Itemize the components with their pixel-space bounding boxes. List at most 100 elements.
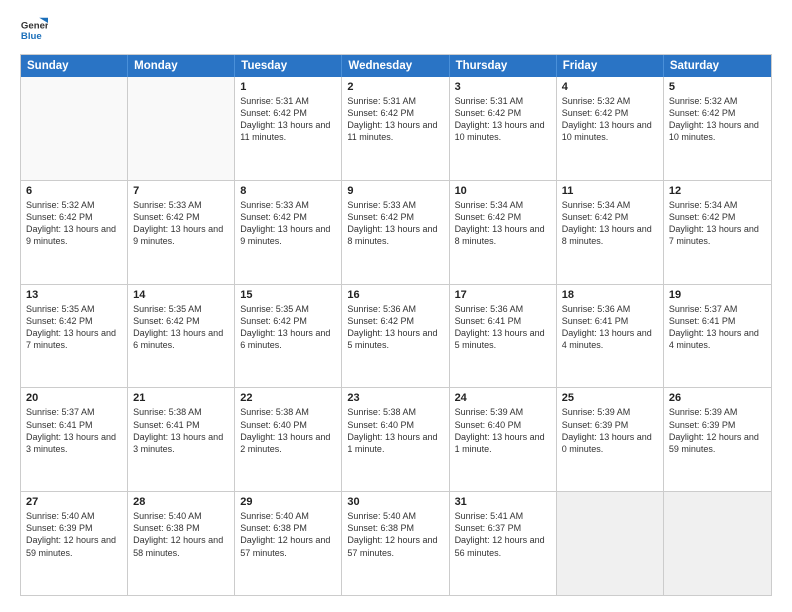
cell-info: Sunrise: 5:33 AM Sunset: 6:42 PM Dayligh… — [347, 199, 443, 248]
weekday-header-tuesday: Tuesday — [235, 55, 342, 77]
logo: General Blue — [20, 16, 48, 44]
calendar-row-4: 20Sunrise: 5:37 AM Sunset: 6:41 PM Dayli… — [21, 388, 771, 492]
day-number: 22 — [240, 392, 336, 404]
calendar-cell-r3c1: 21Sunrise: 5:38 AM Sunset: 6:41 PM Dayli… — [128, 388, 235, 491]
day-number: 23 — [347, 392, 443, 404]
calendar-cell-r3c3: 23 Sunrise: 5:38 AM Sunset: 6:40 PM Dayli… — [342, 388, 449, 491]
day-number: 3 — [455, 81, 551, 93]
calendar-cell-r4c4: 31 Sunrise: 5:41 AM Sunset: 6:37 PM Dayli… — [450, 492, 557, 595]
calendar-body: 1 Sunrise: 5:31 AM Sunset: 6:42 PM Daylig… — [21, 77, 771, 595]
calendar-cell-r1c3: 9Sunrise: 5:33 AM Sunset: 6:42 PM Daylig… — [342, 181, 449, 284]
weekday-header-sunday: Sunday — [21, 55, 128, 77]
cell-info: Sunrise: 5:38 AM Sunset: 6:41 PM Dayligh… — [133, 406, 229, 455]
cell-info: Sunrise: 5:31 AM Sunset: 6:42 PM Dayligh… — [240, 95, 336, 144]
day-number: 6 — [26, 185, 122, 197]
weekday-header-thursday: Thursday — [450, 55, 557, 77]
calendar: SundayMondayTuesdayWednesdayThursdayFrid… — [20, 54, 772, 596]
cell-info: Sunrise: 5:31 AM Sunset: 6:42 PM Dayligh… — [347, 95, 443, 144]
cell-info: Sunrise: 5:40 AM Sunset: 6:38 PM Dayligh… — [347, 510, 443, 559]
cell-info: Sunrise: 5:34 AM Sunset: 6:42 PM Dayligh… — [669, 199, 766, 248]
logo-icon: General Blue — [20, 16, 48, 44]
calendar-cell-r3c2: 22 Sunrise: 5:38 AM Sunset: 6:40 PM Dayli… — [235, 388, 342, 491]
calendar-cell-r2c6: 19 Sunrise: 5:37 AM Sunset: 6:41 PM Dayli… — [664, 285, 771, 388]
calendar-cell-r4c6 — [664, 492, 771, 595]
calendar-cell-r2c3: 16 Sunrise: 5:36 AM Sunset: 6:42 PM Dayli… — [342, 285, 449, 388]
cell-info: Sunrise: 5:37 AM Sunset: 6:41 PM Dayligh… — [669, 303, 766, 352]
calendar-cell-r1c0: 6 Sunrise: 5:32 AM Sunset: 6:42 PM Daylig… — [21, 181, 128, 284]
cell-info: Sunrise: 5:40 AM Sunset: 6:38 PM Dayligh… — [133, 510, 229, 559]
cell-info: Sunrise: 5:40 AM Sunset: 6:38 PM Dayligh… — [240, 510, 336, 559]
calendar-cell-r0c0 — [21, 77, 128, 180]
day-number: 1 — [240, 81, 336, 93]
day-number: 13 — [26, 289, 122, 301]
svg-text:Blue: Blue — [21, 31, 42, 42]
calendar-cell-r3c0: 20Sunrise: 5:37 AM Sunset: 6:41 PM Dayli… — [21, 388, 128, 491]
calendar-cell-r1c4: 10 Sunrise: 5:34 AM Sunset: 6:42 PM Dayli… — [450, 181, 557, 284]
calendar-row-1: 1 Sunrise: 5:31 AM Sunset: 6:42 PM Daylig… — [21, 77, 771, 181]
cell-info: Sunrise: 5:35 AM Sunset: 6:42 PM Dayligh… — [133, 303, 229, 352]
calendar-cell-r3c5: 25Sunrise: 5:39 AM Sunset: 6:39 PM Dayli… — [557, 388, 664, 491]
cell-info: Sunrise: 5:36 AM Sunset: 6:42 PM Dayligh… — [347, 303, 443, 352]
calendar-cell-r1c1: 7Sunrise: 5:33 AM Sunset: 6:42 PM Daylig… — [128, 181, 235, 284]
day-number: 2 — [347, 81, 443, 93]
calendar-cell-r1c2: 8 Sunrise: 5:33 AM Sunset: 6:42 PM Daylig… — [235, 181, 342, 284]
calendar-cell-r0c3: 2 Sunrise: 5:31 AM Sunset: 6:42 PM Daylig… — [342, 77, 449, 180]
calendar-cell-r2c0: 13 Sunrise: 5:35 AM Sunset: 6:42 PM Dayli… — [21, 285, 128, 388]
header: General Blue — [20, 16, 772, 44]
cell-info: Sunrise: 5:40 AM Sunset: 6:39 PM Dayligh… — [26, 510, 122, 559]
cell-info: Sunrise: 5:35 AM Sunset: 6:42 PM Dayligh… — [26, 303, 122, 352]
cell-info: Sunrise: 5:33 AM Sunset: 6:42 PM Dayligh… — [133, 199, 229, 248]
calendar-cell-r4c1: 28 Sunrise: 5:40 AM Sunset: 6:38 PM Dayli… — [128, 492, 235, 595]
day-number: 10 — [455, 185, 551, 197]
day-number: 20 — [26, 392, 122, 404]
day-number: 29 — [240, 496, 336, 508]
calendar-cell-r2c1: 14Sunrise: 5:35 AM Sunset: 6:42 PM Dayli… — [128, 285, 235, 388]
weekday-header-wednesday: Wednesday — [342, 55, 449, 77]
weekday-header-friday: Friday — [557, 55, 664, 77]
day-number: 25 — [562, 392, 658, 404]
cell-info: Sunrise: 5:38 AM Sunset: 6:40 PM Dayligh… — [240, 406, 336, 455]
cell-info: Sunrise: 5:34 AM Sunset: 6:42 PM Dayligh… — [455, 199, 551, 248]
day-number: 26 — [669, 392, 766, 404]
calendar-cell-r2c4: 17 Sunrise: 5:36 AM Sunset: 6:41 PM Dayli… — [450, 285, 557, 388]
day-number: 19 — [669, 289, 766, 301]
cell-info: Sunrise: 5:36 AM Sunset: 6:41 PM Dayligh… — [455, 303, 551, 352]
day-number: 11 — [562, 185, 658, 197]
calendar-row-5: 27Sunrise: 5:40 AM Sunset: 6:39 PM Dayli… — [21, 492, 771, 595]
cell-info: Sunrise: 5:32 AM Sunset: 6:42 PM Dayligh… — [26, 199, 122, 248]
cell-info: Sunrise: 5:41 AM Sunset: 6:37 PM Dayligh… — [455, 510, 551, 559]
calendar-cell-r4c5 — [557, 492, 664, 595]
page: General Blue SundayMondayTuesdayWednesda… — [0, 0, 792, 612]
calendar-cell-r3c6: 26 Sunrise: 5:39 AM Sunset: 6:39 PM Dayli… — [664, 388, 771, 491]
day-number: 18 — [562, 289, 658, 301]
day-number: 17 — [455, 289, 551, 301]
calendar-cell-r0c2: 1 Sunrise: 5:31 AM Sunset: 6:42 PM Daylig… — [235, 77, 342, 180]
calendar-cell-r0c5: 4Sunrise: 5:32 AM Sunset: 6:42 PM Daylig… — [557, 77, 664, 180]
weekday-header-saturday: Saturday — [664, 55, 771, 77]
calendar-cell-r3c4: 24Sunrise: 5:39 AM Sunset: 6:40 PM Dayli… — [450, 388, 557, 491]
cell-info: Sunrise: 5:39 AM Sunset: 6:40 PM Dayligh… — [455, 406, 551, 455]
cell-info: Sunrise: 5:39 AM Sunset: 6:39 PM Dayligh… — [669, 406, 766, 455]
calendar-cell-r4c3: 30Sunrise: 5:40 AM Sunset: 6:38 PM Dayli… — [342, 492, 449, 595]
cell-info: Sunrise: 5:38 AM Sunset: 6:40 PM Dayligh… — [347, 406, 443, 455]
cell-info: Sunrise: 5:34 AM Sunset: 6:42 PM Dayligh… — [562, 199, 658, 248]
day-number: 12 — [669, 185, 766, 197]
calendar-cell-r0c6: 5Sunrise: 5:32 AM Sunset: 6:42 PM Daylig… — [664, 77, 771, 180]
calendar-cell-r0c1 — [128, 77, 235, 180]
cell-info: Sunrise: 5:32 AM Sunset: 6:42 PM Dayligh… — [669, 95, 766, 144]
day-number: 16 — [347, 289, 443, 301]
cell-info: Sunrise: 5:33 AM Sunset: 6:42 PM Dayligh… — [240, 199, 336, 248]
calendar-cell-r4c2: 29 Sunrise: 5:40 AM Sunset: 6:38 PM Dayli… — [235, 492, 342, 595]
cell-info: Sunrise: 5:36 AM Sunset: 6:41 PM Dayligh… — [562, 303, 658, 352]
weekday-header-monday: Monday — [128, 55, 235, 77]
day-number: 28 — [133, 496, 229, 508]
calendar-header: SundayMondayTuesdayWednesdayThursdayFrid… — [21, 55, 771, 77]
day-number: 8 — [240, 185, 336, 197]
calendar-cell-r1c5: 11 Sunrise: 5:34 AM Sunset: 6:42 PM Dayli… — [557, 181, 664, 284]
cell-info: Sunrise: 5:32 AM Sunset: 6:42 PM Dayligh… — [562, 95, 658, 144]
day-number: 31 — [455, 496, 551, 508]
svg-text:General: General — [21, 20, 48, 31]
calendar-cell-r2c2: 15Sunrise: 5:35 AM Sunset: 6:42 PM Dayli… — [235, 285, 342, 388]
calendar-row-3: 13 Sunrise: 5:35 AM Sunset: 6:42 PM Dayli… — [21, 285, 771, 389]
calendar-cell-r1c6: 12 Sunrise: 5:34 AM Sunset: 6:42 PM Dayli… — [664, 181, 771, 284]
